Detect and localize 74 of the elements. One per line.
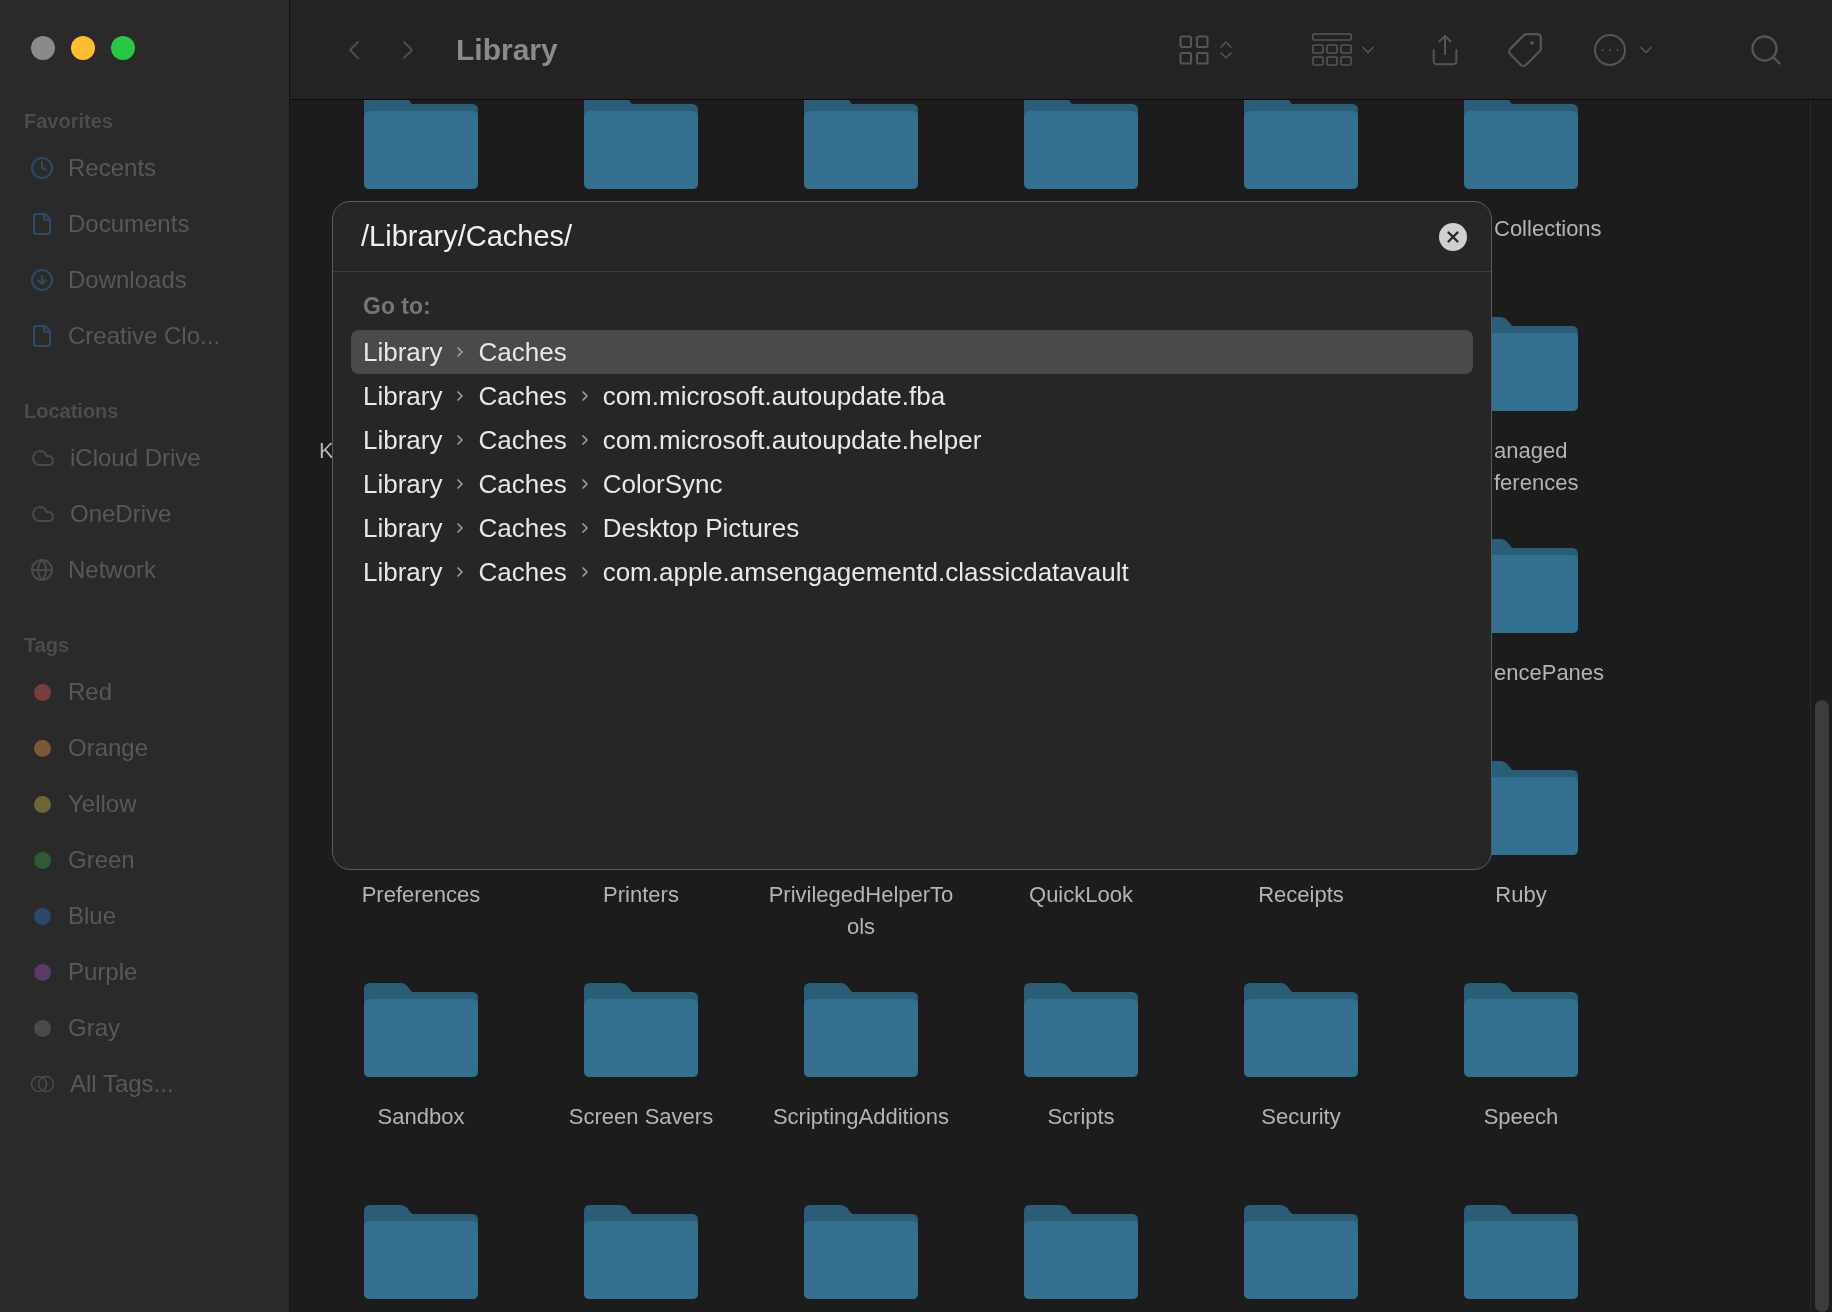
folder-name-label: com.microsoft.autoupdate.helper	[602, 423, 982, 457]
close-window-button[interactable]	[31, 36, 55, 60]
folder-name-label: Library	[363, 335, 443, 369]
folder-name-label: Caches	[478, 555, 567, 589]
folder-name: Security	[1261, 1104, 1341, 1129]
path-suggestion[interactable]: Library Caches Desktop Pictures	[351, 506, 1473, 550]
folder-name: Preferences	[361, 882, 481, 907]
document-icon	[30, 212, 54, 236]
folder-icon[interactable]	[1242, 100, 1360, 191]
folder-icon[interactable]	[582, 1203, 700, 1301]
folder-name-label: Library	[363, 555, 443, 589]
folder-name-label: Caches	[478, 423, 567, 457]
folder-name-label: Library	[363, 511, 443, 545]
folder-icon[interactable]	[1022, 1203, 1140, 1301]
folder-icon[interactable]	[362, 981, 480, 1079]
path-suggestion[interactable]: Library Caches	[351, 330, 1473, 374]
folder-name: PrivilegedHelperTools	[768, 882, 954, 939]
folder-name-label: Desktop Pictures	[602, 511, 800, 545]
path-field[interactable]: /Library/Caches/	[361, 214, 1439, 259]
folder-icon[interactable]	[802, 981, 920, 1079]
folder-name: K	[319, 438, 334, 463]
folder-name-label: Library	[363, 423, 443, 457]
path-suggestion[interactable]: Library Caches ColorSync	[351, 462, 1473, 506]
path-suggestion[interactable]: Library Caches com.microsoft.autoupdate.helper	[351, 418, 1473, 462]
minimize-window-button[interactable]	[71, 36, 95, 60]
ellipsis-icon	[1592, 31, 1628, 68]
zoom-window-button[interactable]	[111, 36, 135, 60]
folder-name-label: Caches	[478, 511, 567, 545]
folder-icon[interactable]	[1242, 981, 1360, 1079]
folder-name: Ruby	[1495, 882, 1547, 907]
path-suggestion[interactable]: Library Caches com.apple.amsengagementd.classicdatavault	[351, 550, 1473, 594]
folder-name-label: Caches	[478, 379, 567, 413]
folder-name-label: Library	[363, 379, 443, 413]
folder-name: Speech	[1483, 1104, 1559, 1129]
folder-name-label: com.microsoft.autoupdate.fba	[602, 379, 946, 413]
go-to-label: Go to:	[362, 292, 431, 321]
folder-icon[interactable]	[1462, 1203, 1580, 1301]
folder-name: Receipts	[1258, 882, 1344, 907]
folder-name-label: Library	[363, 467, 443, 501]
folder-icon[interactable]	[362, 1203, 480, 1301]
document-icon	[30, 324, 54, 348]
folder-name: ScriptingAdditions	[772, 1104, 950, 1129]
folder-icon[interactable]	[1462, 100, 1580, 191]
folder-name-label: Caches	[478, 335, 567, 369]
folder-icon[interactable]	[1242, 1203, 1360, 1301]
download-icon	[30, 268, 54, 292]
clear-button[interactable]	[1439, 222, 1467, 251]
group-grid-icon	[1312, 32, 1352, 67]
folder-icon[interactable]	[1022, 100, 1140, 191]
folder-icon[interactable]	[1022, 981, 1140, 1079]
folder-icon[interactable]	[802, 100, 920, 191]
folder-name: Sandbox	[377, 1104, 465, 1129]
globe-icon	[30, 558, 54, 582]
folder-name: Screen Savers	[568, 1104, 714, 1129]
folder-name: Collections	[1494, 216, 1602, 241]
clock-icon	[30, 156, 54, 180]
window-title: Library	[456, 32, 558, 68]
folder-icon[interactable]	[1462, 981, 1580, 1079]
folder-name: QuickLook	[1029, 882, 1133, 907]
tag-button[interactable]	[1506, 30, 1544, 69]
folder-name-label: ColorSync	[602, 467, 723, 501]
folder-name-label: Caches	[478, 467, 567, 501]
folder-name-label: com.apple.amsengagementd.classicdatavault	[602, 555, 1129, 589]
folder-icon[interactable]	[362, 100, 480, 191]
folder-name: Printers	[603, 882, 679, 907]
folder-icon[interactable]	[582, 100, 700, 191]
path-suggestion[interactable]: Library Caches com.microsoft.autoupdate.fba	[351, 374, 1473, 418]
folder-name: anaged ferences	[1494, 438, 1579, 495]
scrollbar-thumb[interactable]	[1814, 700, 1829, 1312]
tags-icon	[30, 1074, 56, 1094]
folder-name: encePanes	[1494, 660, 1605, 685]
folder-name: Scripts	[1047, 1104, 1115, 1129]
folder-icon[interactable]	[582, 981, 700, 1079]
folder-icon[interactable]	[802, 1203, 920, 1301]
